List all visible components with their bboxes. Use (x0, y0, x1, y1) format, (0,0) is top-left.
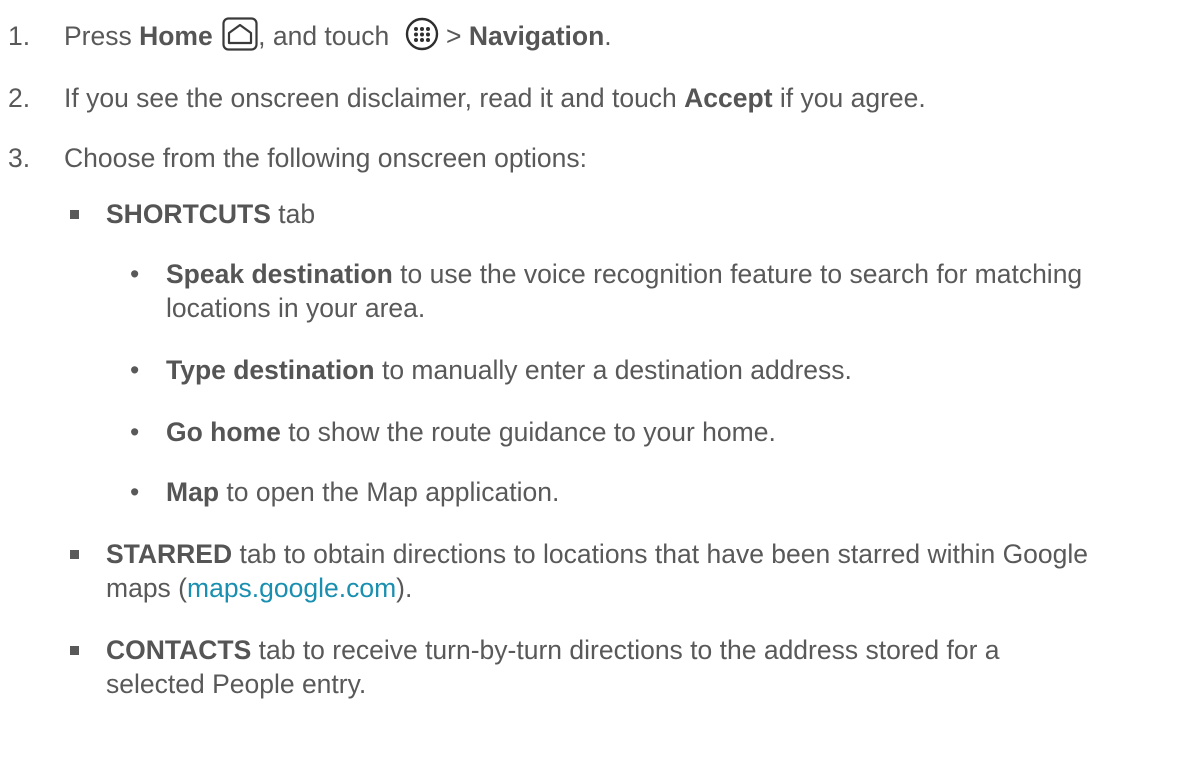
option-contacts: CONTACTS tab to receive turn-by-turn dir… (106, 635, 1000, 665)
step-number: 1. (8, 21, 31, 51)
option-starred: STARRED tab to obtain directions to loca… (106, 539, 1089, 569)
step-number: 3. (8, 143, 31, 173)
shortcut-speak-destination: Speak destination to use the voice recog… (166, 259, 1083, 289)
navigation-label: Navigation (468, 21, 605, 51)
maps-link[interactable]: maps.google.com (187, 573, 396, 603)
square-bullet (70, 646, 79, 655)
bullet-dot: • (130, 417, 140, 447)
bullet-dot: • (130, 477, 140, 507)
step-number: 2. (8, 83, 31, 113)
square-bullet (70, 210, 79, 219)
bullet-dot: • (130, 355, 140, 385)
shortcut-go-home: Go home to show the route guidance to yo… (166, 417, 776, 447)
document-page: 1. Press Home , and touch > Navigation. … (0, 0, 1204, 757)
square-bullet (70, 550, 79, 559)
home-label: Home (139, 21, 213, 51)
option-shortcuts: SHORTCUTS tab (106, 199, 316, 229)
step-3-text: Choose from the following onscreen optio… (64, 143, 587, 173)
option-starred-line2: maps (maps.google.com). (106, 573, 413, 603)
apps-icon (405, 17, 439, 51)
accept-label: Accept (684, 83, 773, 113)
bullet-dot: • (130, 259, 140, 289)
step-1-text: Press Home , and touch > Navigation. (64, 17, 612, 55)
home-icon (222, 17, 258, 51)
option-contacts-line2: selected People entry. (106, 669, 367, 699)
shortcut-type-destination: Type destination to manually enter a des… (166, 355, 852, 385)
shortcut-map: Map to open the Map application. (166, 477, 560, 507)
shortcut-speak-destination-line2: locations in your area. (166, 293, 426, 323)
step-2-text: If you see the onscreen disclaimer, read… (64, 83, 926, 113)
